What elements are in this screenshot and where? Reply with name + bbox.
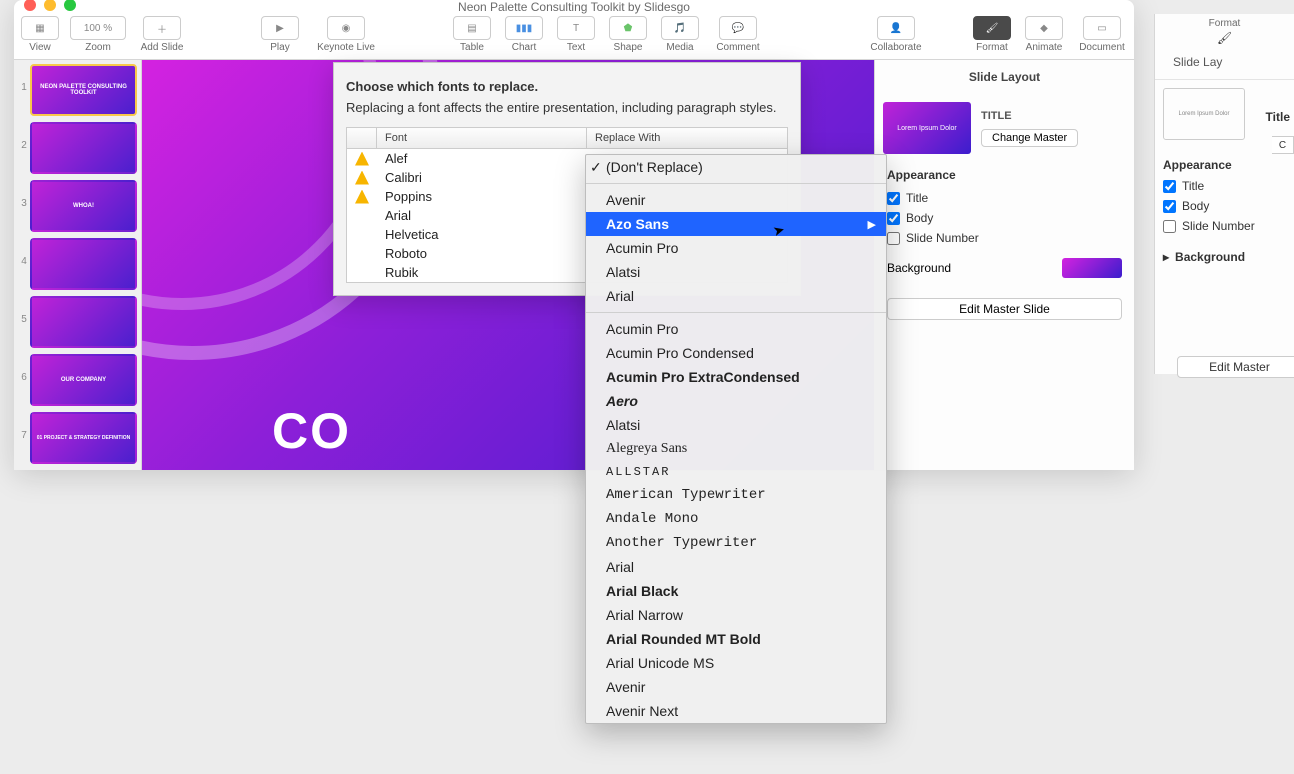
- comment-button[interactable]: 💬Comment: [706, 16, 770, 53]
- zoom-button[interactable]: 100 %Zoom: [66, 16, 130, 53]
- thumb-3[interactable]: 3WHOA!: [18, 180, 137, 232]
- menu-font-item[interactable]: Alatsi: [586, 413, 886, 437]
- background-swatch[interactable]: [1062, 258, 1122, 278]
- menu-font-item[interactable]: Acumin Pro: [586, 317, 886, 341]
- master-preview: Lorem Ipsum Dolor: [883, 102, 971, 154]
- warning-icon: [355, 152, 369, 166]
- inspector-panel-2: Format 🖌 Slide Lay Lorem Ipsum Dolor Tit…: [1154, 14, 1294, 374]
- edit-master-button-2[interactable]: Edit Master: [1177, 356, 1294, 378]
- menu-font-item[interactable]: Avenir: [586, 188, 886, 212]
- body-checkbox-2[interactable]: Body: [1155, 196, 1294, 216]
- chart-button[interactable]: ▮▮▮Chart: [498, 16, 550, 53]
- menu-font-item[interactable]: Acumin Pro ExtraCondensed: [586, 365, 886, 389]
- text-button[interactable]: TText: [550, 16, 602, 53]
- layout-title-label: Title: [1266, 110, 1290, 124]
- slide-layout-tab[interactable]: Slide Lay: [1155, 45, 1294, 80]
- toolbar: ▦View 100 %Zoom ＋Add Slide ▶Play ◉Keynot…: [14, 14, 1134, 60]
- change-master-button[interactable]: Change Master: [981, 129, 1078, 147]
- col-font: Font: [377, 128, 587, 148]
- menu-font-item[interactable]: American Typewriter: [586, 483, 886, 507]
- minimize-window[interactable]: [44, 0, 56, 11]
- menu-font-item[interactable]: Arial Black: [586, 579, 886, 603]
- col-replace: Replace With: [587, 128, 787, 148]
- format-label: Format: [1155, 14, 1294, 31]
- layout-thumb[interactable]: Lorem Ipsum Dolor: [1163, 88, 1245, 140]
- menu-font-item[interactable]: Another Typewriter: [586, 531, 886, 555]
- background-label: Background: [887, 261, 951, 275]
- menu-dont-replace[interactable]: ✓(Don't Replace): [586, 155, 886, 179]
- menu-font-item[interactable]: Arial Rounded MT Bold: [586, 627, 886, 651]
- menu-font-item[interactable]: Aero: [586, 389, 886, 413]
- dialog-title: Choose which fonts to replace.: [334, 63, 800, 100]
- dialog-subtitle: Replacing a font affects the entire pres…: [334, 100, 800, 127]
- menu-font-item[interactable]: Arial: [586, 555, 886, 579]
- title-checkbox[interactable]: Title: [875, 188, 1134, 208]
- thumb-2[interactable]: 2: [18, 122, 137, 174]
- menu-font-item[interactable]: Arial Narrow: [586, 603, 886, 627]
- change-master-button-2[interactable]: C: [1272, 136, 1294, 154]
- menu-font-item[interactable]: ALLSTAR: [586, 461, 886, 483]
- body-checkbox[interactable]: Body: [875, 208, 1134, 228]
- keynote-live-button[interactable]: ◉Keynote Live: [306, 16, 386, 53]
- format-panel: Slide Layout Lorem Ipsum Dolor TITLE Cha…: [874, 60, 1134, 470]
- menu-font-item[interactable]: Arial Unicode MS: [586, 651, 886, 675]
- shape-button[interactable]: ⬟Shape: [602, 16, 654, 53]
- master-name: TITLE: [981, 110, 1126, 122]
- appearance-header: Appearance: [875, 162, 1134, 188]
- collaborate-button[interactable]: 👤Collaborate: [856, 16, 936, 53]
- format-button[interactable]: 🖌Format: [966, 16, 1018, 53]
- menu-font-item[interactable]: Avenir Next: [586, 699, 886, 723]
- view-button[interactable]: ▦View: [14, 16, 66, 53]
- animate-button[interactable]: ◆Animate: [1018, 16, 1070, 53]
- thumb-7[interactable]: 701 PROJECT & STRATEGY DEFINITION: [18, 412, 137, 464]
- edit-master-button[interactable]: Edit Master Slide: [887, 298, 1122, 320]
- play-button[interactable]: ▶Play: [254, 16, 306, 53]
- close-window[interactable]: [24, 0, 36, 11]
- warning-icon: [355, 190, 369, 204]
- slide-navigator[interactable]: 1NEON PALETTE CONSULTING TOOLKIT 2 3WHOA…: [14, 60, 142, 470]
- thumb-6[interactable]: 6OUR COMPANY: [18, 354, 137, 406]
- warning-icon: [355, 171, 369, 185]
- table-button[interactable]: ▤Table: [446, 16, 498, 53]
- add-slide-button[interactable]: ＋Add Slide: [130, 16, 194, 53]
- slide-title-text: CO: [272, 402, 351, 460]
- font-replacement-menu[interactable]: ✓(Don't Replace) AvenirAzo Sans▶Acumin P…: [585, 154, 887, 724]
- media-button[interactable]: 🎵Media: [654, 16, 706, 53]
- thumb-4[interactable]: 4: [18, 238, 137, 290]
- menu-font-item[interactable]: Alatsi: [586, 260, 886, 284]
- thumb-1[interactable]: 1NEON PALETTE CONSULTING TOOLKIT: [18, 64, 137, 116]
- submenu-arrow-icon: ▶: [868, 218, 876, 231]
- menu-font-item[interactable]: Arial: [586, 284, 886, 308]
- slide-number-checkbox-2[interactable]: Slide Number: [1155, 216, 1294, 236]
- menu-font-item[interactable]: Azo Sans▶: [586, 212, 886, 236]
- slide-number-checkbox[interactable]: Slide Number: [875, 228, 1134, 248]
- menu-font-item[interactable]: Alegreya Sans: [586, 437, 886, 461]
- title-checkbox-2[interactable]: Title: [1155, 176, 1294, 196]
- background-disclosure[interactable]: ▸Background: [1155, 236, 1294, 270]
- document-button[interactable]: ▭Document: [1070, 16, 1134, 53]
- thumb-5[interactable]: 5: [18, 296, 137, 348]
- menu-font-item[interactable]: Avenir: [586, 675, 886, 699]
- menu-font-item[interactable]: Acumin Pro: [586, 236, 886, 260]
- menu-font-item[interactable]: Acumin Pro Condensed: [586, 341, 886, 365]
- panel-title: Slide Layout: [875, 60, 1134, 94]
- window-title: Neon Palette Consulting Toolkit by Slide…: [458, 0, 690, 14]
- menu-font-item[interactable]: Andale Mono: [586, 507, 886, 531]
- zoom-window[interactable]: [64, 0, 76, 11]
